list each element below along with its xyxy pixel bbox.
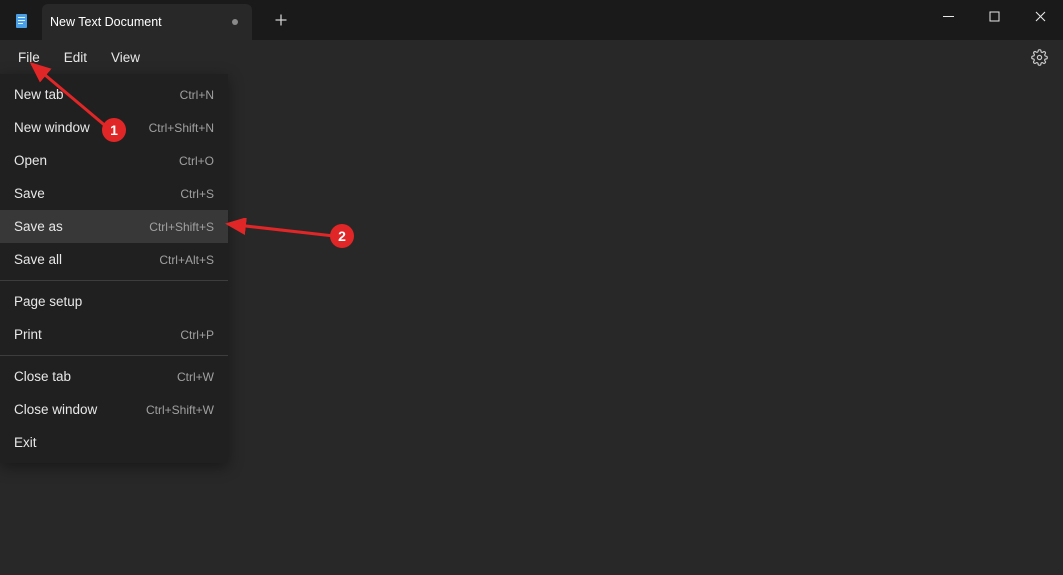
titlebar: New Text Document <box>0 0 1063 40</box>
menu-item-shortcut: Ctrl+Shift+N <box>149 121 214 135</box>
menu-file[interactable]: File <box>6 46 52 69</box>
menu-close-window[interactable]: Close window Ctrl+Shift+W <box>0 393 228 426</box>
menu-item-label: Save as <box>14 219 63 234</box>
annotation-callout-2: 2 <box>330 224 354 248</box>
menu-save-as[interactable]: Save as Ctrl+Shift+S <box>0 210 228 243</box>
settings-button[interactable] <box>1027 45 1051 69</box>
menu-item-shortcut: Ctrl+P <box>180 328 214 342</box>
menu-item-label: New window <box>14 120 90 135</box>
menu-separator <box>0 355 228 356</box>
menu-save[interactable]: Save Ctrl+S <box>0 177 228 210</box>
close-button[interactable] <box>1017 0 1063 32</box>
notepad-app-icon <box>14 13 30 29</box>
menu-item-label: Save <box>14 186 45 201</box>
callout-number: 2 <box>338 228 346 244</box>
menu-page-setup[interactable]: Page setup <box>0 285 228 318</box>
menu-exit[interactable]: Exit <box>0 426 228 459</box>
callout-number: 1 <box>110 122 118 138</box>
menu-view[interactable]: View <box>99 46 152 69</box>
menu-edit[interactable]: Edit <box>52 46 99 69</box>
menu-item-label: Print <box>14 327 42 342</box>
menu-close-tab[interactable]: Close tab Ctrl+W <box>0 360 228 393</box>
menubar: File Edit View <box>0 40 1063 74</box>
menu-print[interactable]: Print Ctrl+P <box>0 318 228 351</box>
document-tab[interactable]: New Text Document <box>42 4 252 40</box>
menu-item-shortcut: Ctrl+N <box>180 88 214 102</box>
menu-item-shortcut: Ctrl+Shift+S <box>149 220 214 234</box>
menu-open[interactable]: Open Ctrl+O <box>0 144 228 177</box>
menu-item-label: Close tab <box>14 369 71 384</box>
menu-new-tab[interactable]: New tab Ctrl+N <box>0 78 228 111</box>
menu-item-label: New tab <box>14 87 64 102</box>
menu-item-shortcut: Ctrl+Alt+S <box>159 253 214 267</box>
unsaved-indicator-icon <box>232 19 238 25</box>
menu-item-label: Page setup <box>14 294 82 309</box>
new-tab-button[interactable] <box>266 5 296 35</box>
menu-item-shortcut: Ctrl+Shift+W <box>146 403 214 417</box>
window-controls <box>925 0 1063 40</box>
menu-item-label: Open <box>14 153 47 168</box>
menu-item-label: Close window <box>14 402 97 417</box>
menu-separator <box>0 280 228 281</box>
menu-item-label: Exit <box>14 435 37 450</box>
menu-item-shortcut: Ctrl+O <box>179 154 214 168</box>
menu-item-shortcut: Ctrl+W <box>177 370 214 384</box>
annotation-callout-1: 1 <box>102 118 126 142</box>
tab-title: New Text Document <box>50 15 222 29</box>
minimize-button[interactable] <box>925 0 971 32</box>
menu-save-all[interactable]: Save all Ctrl+Alt+S <box>0 243 228 276</box>
menu-item-shortcut: Ctrl+S <box>180 187 214 201</box>
menu-item-label: Save all <box>14 252 62 267</box>
maximize-button[interactable] <box>971 0 1017 32</box>
